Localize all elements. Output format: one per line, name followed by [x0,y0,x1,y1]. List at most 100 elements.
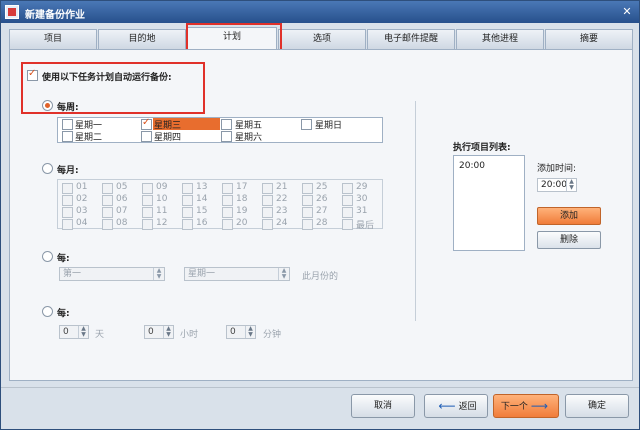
run-time-list[interactable]: 20:00 [453,155,525,251]
month-day-label: 06 [116,194,128,204]
month-day-checkbox[interactable] [302,219,313,230]
backup-job-window: 新建备份作业 ✕ 项目 目的地 计划 选项 电子邮件提醒 其他进程 摘要 使用以… [0,0,640,430]
tab-options[interactable]: 选项 [278,29,366,49]
add-time-label: 添加时间: [537,164,577,174]
day-checkbox-fri[interactable] [221,119,232,130]
month-day-checkbox[interactable] [342,219,353,230]
month-day-checkbox[interactable] [102,195,113,206]
month-day-checkbox[interactable] [62,183,73,194]
month-day-checkbox[interactable] [182,219,193,230]
month-day-checkbox[interactable] [62,195,73,206]
day-checkbox-mon[interactable] [62,119,73,130]
day-checkbox-wed[interactable] [141,117,152,130]
month-day-checkbox[interactable] [262,195,273,206]
add-button[interactable]: 添加 [537,207,601,225]
month-day-checkbox[interactable] [62,219,73,230]
back-button[interactable]: ⟵ 返回 [424,394,488,418]
month-day-checkbox[interactable] [262,219,273,230]
month-day-checkbox[interactable] [302,207,313,218]
month-day-label: 11 [156,206,168,216]
month-day-label: 08 [116,218,128,228]
ordinal-select[interactable]: 第一 ▲ ▼ [59,267,165,281]
time-input[interactable]: 20:00 ▲ ▼ [537,178,577,192]
app-icon [5,5,19,19]
month-day-checkbox[interactable] [142,207,153,218]
time-value: 20:00 [541,180,567,190]
tab-other-processes[interactable]: 其他进程 [456,29,544,49]
month-day-label: 16 [196,218,208,228]
per-month-suffix: 此月份的 [302,272,339,282]
footer-divider [1,387,639,388]
month-day-label: 01 [76,182,88,192]
per-month-label: 每: [57,254,70,264]
days-spinner[interactable]: 0 ▲ ▼ [59,325,89,339]
delete-button[interactable]: 删除 [537,231,601,249]
minutes-value: 0 [230,327,236,337]
tab-destination[interactable]: 目的地 [98,29,186,49]
month-day-checkbox[interactable] [262,183,273,194]
month-day-checkbox[interactable] [102,183,113,194]
per-month-radio[interactable] [42,251,53,262]
month-day-label: 03 [76,206,88,216]
month-day-grid: 01 05 09 13 17 21 25 29 02 06 10 14 18 22 26 30 03 07 11 15… [57,179,383,231]
month-day-checkbox[interactable] [142,195,153,206]
month-day-label: 12 [156,218,168,228]
close-icon[interactable]: ✕ [619,4,635,19]
next-button[interactable]: 下一个 ⟶ [493,394,559,418]
ok-button[interactable]: 确定 [565,394,629,418]
day-label-thu: 星期四 [154,133,182,143]
month-day-checkbox[interactable] [342,183,353,194]
day-checkbox-sat[interactable] [221,131,232,142]
tab-summary[interactable]: 摘要 [545,29,633,49]
arrow-left-icon: ⟵ [438,399,456,413]
day-checkbox-tue[interactable] [62,131,73,142]
month-day-checkbox[interactable] [342,195,353,206]
month-day-checkbox[interactable] [142,219,153,230]
tab-bar: 项目 目的地 计划 选项 电子邮件提醒 其他进程 摘要 [9,27,633,49]
month-day-checkbox[interactable] [222,195,233,206]
window-title: 新建备份作业 [25,10,85,21]
ordinal-value: 第一 [63,269,82,279]
month-day-checkbox[interactable] [302,183,313,194]
month-day-label: 07 [116,206,128,216]
month-day-label: 22 [276,194,288,204]
list-item[interactable]: 20:00 [459,161,485,171]
month-day-checkbox[interactable] [222,207,233,218]
tab-items[interactable]: 项目 [9,29,97,49]
month-day-label: 04 [76,218,88,228]
month-day-checkbox[interactable] [62,207,73,218]
run-list-title: 执行项目列表: [453,143,511,153]
hours-unit: 小时 [180,330,199,340]
month-day-label: 25 [316,182,328,192]
month-day-checkbox[interactable] [142,183,153,194]
monthly-radio[interactable] [42,163,53,174]
month-day-label: 14 [196,194,208,204]
month-day-label: 最后 [356,221,375,231]
vertical-divider [415,101,416,321]
day-label-sun: 星期日 [315,121,343,131]
month-day-checkbox[interactable] [102,219,113,230]
cancel-button[interactable]: 取消 [351,394,415,418]
month-day-label: 21 [276,182,288,192]
tab-email-alerts[interactable]: 电子邮件提醒 [367,29,455,49]
month-day-checkbox[interactable] [182,195,193,206]
title-bar[interactable]: 新建备份作业 ✕ [1,1,639,23]
month-day-checkbox[interactable] [182,183,193,194]
month-day-checkbox[interactable] [222,219,233,230]
month-day-checkbox[interactable] [222,183,233,194]
month-day-checkbox[interactable] [102,207,113,218]
arrow-right-icon: ⟶ [530,399,549,413]
minutes-spinner[interactable]: 0 ▲ ▼ [226,325,256,339]
month-day-checkbox[interactable] [182,207,193,218]
weekday-select[interactable]: 星期一 ▲ ▼ [184,267,290,281]
interval-radio[interactable] [42,306,53,317]
month-day-checkbox[interactable] [262,207,273,218]
day-checkbox-thu[interactable] [141,131,152,142]
month-day-label: 24 [276,218,288,228]
month-day-label: 26 [316,194,328,204]
month-day-checkbox[interactable] [302,195,313,206]
hours-spinner[interactable]: 0 ▲ ▼ [144,325,174,339]
spinner-arrows-icon: ▲ ▼ [245,326,255,338]
month-day-checkbox[interactable] [342,207,353,218]
day-checkbox-sun[interactable] [301,119,312,130]
